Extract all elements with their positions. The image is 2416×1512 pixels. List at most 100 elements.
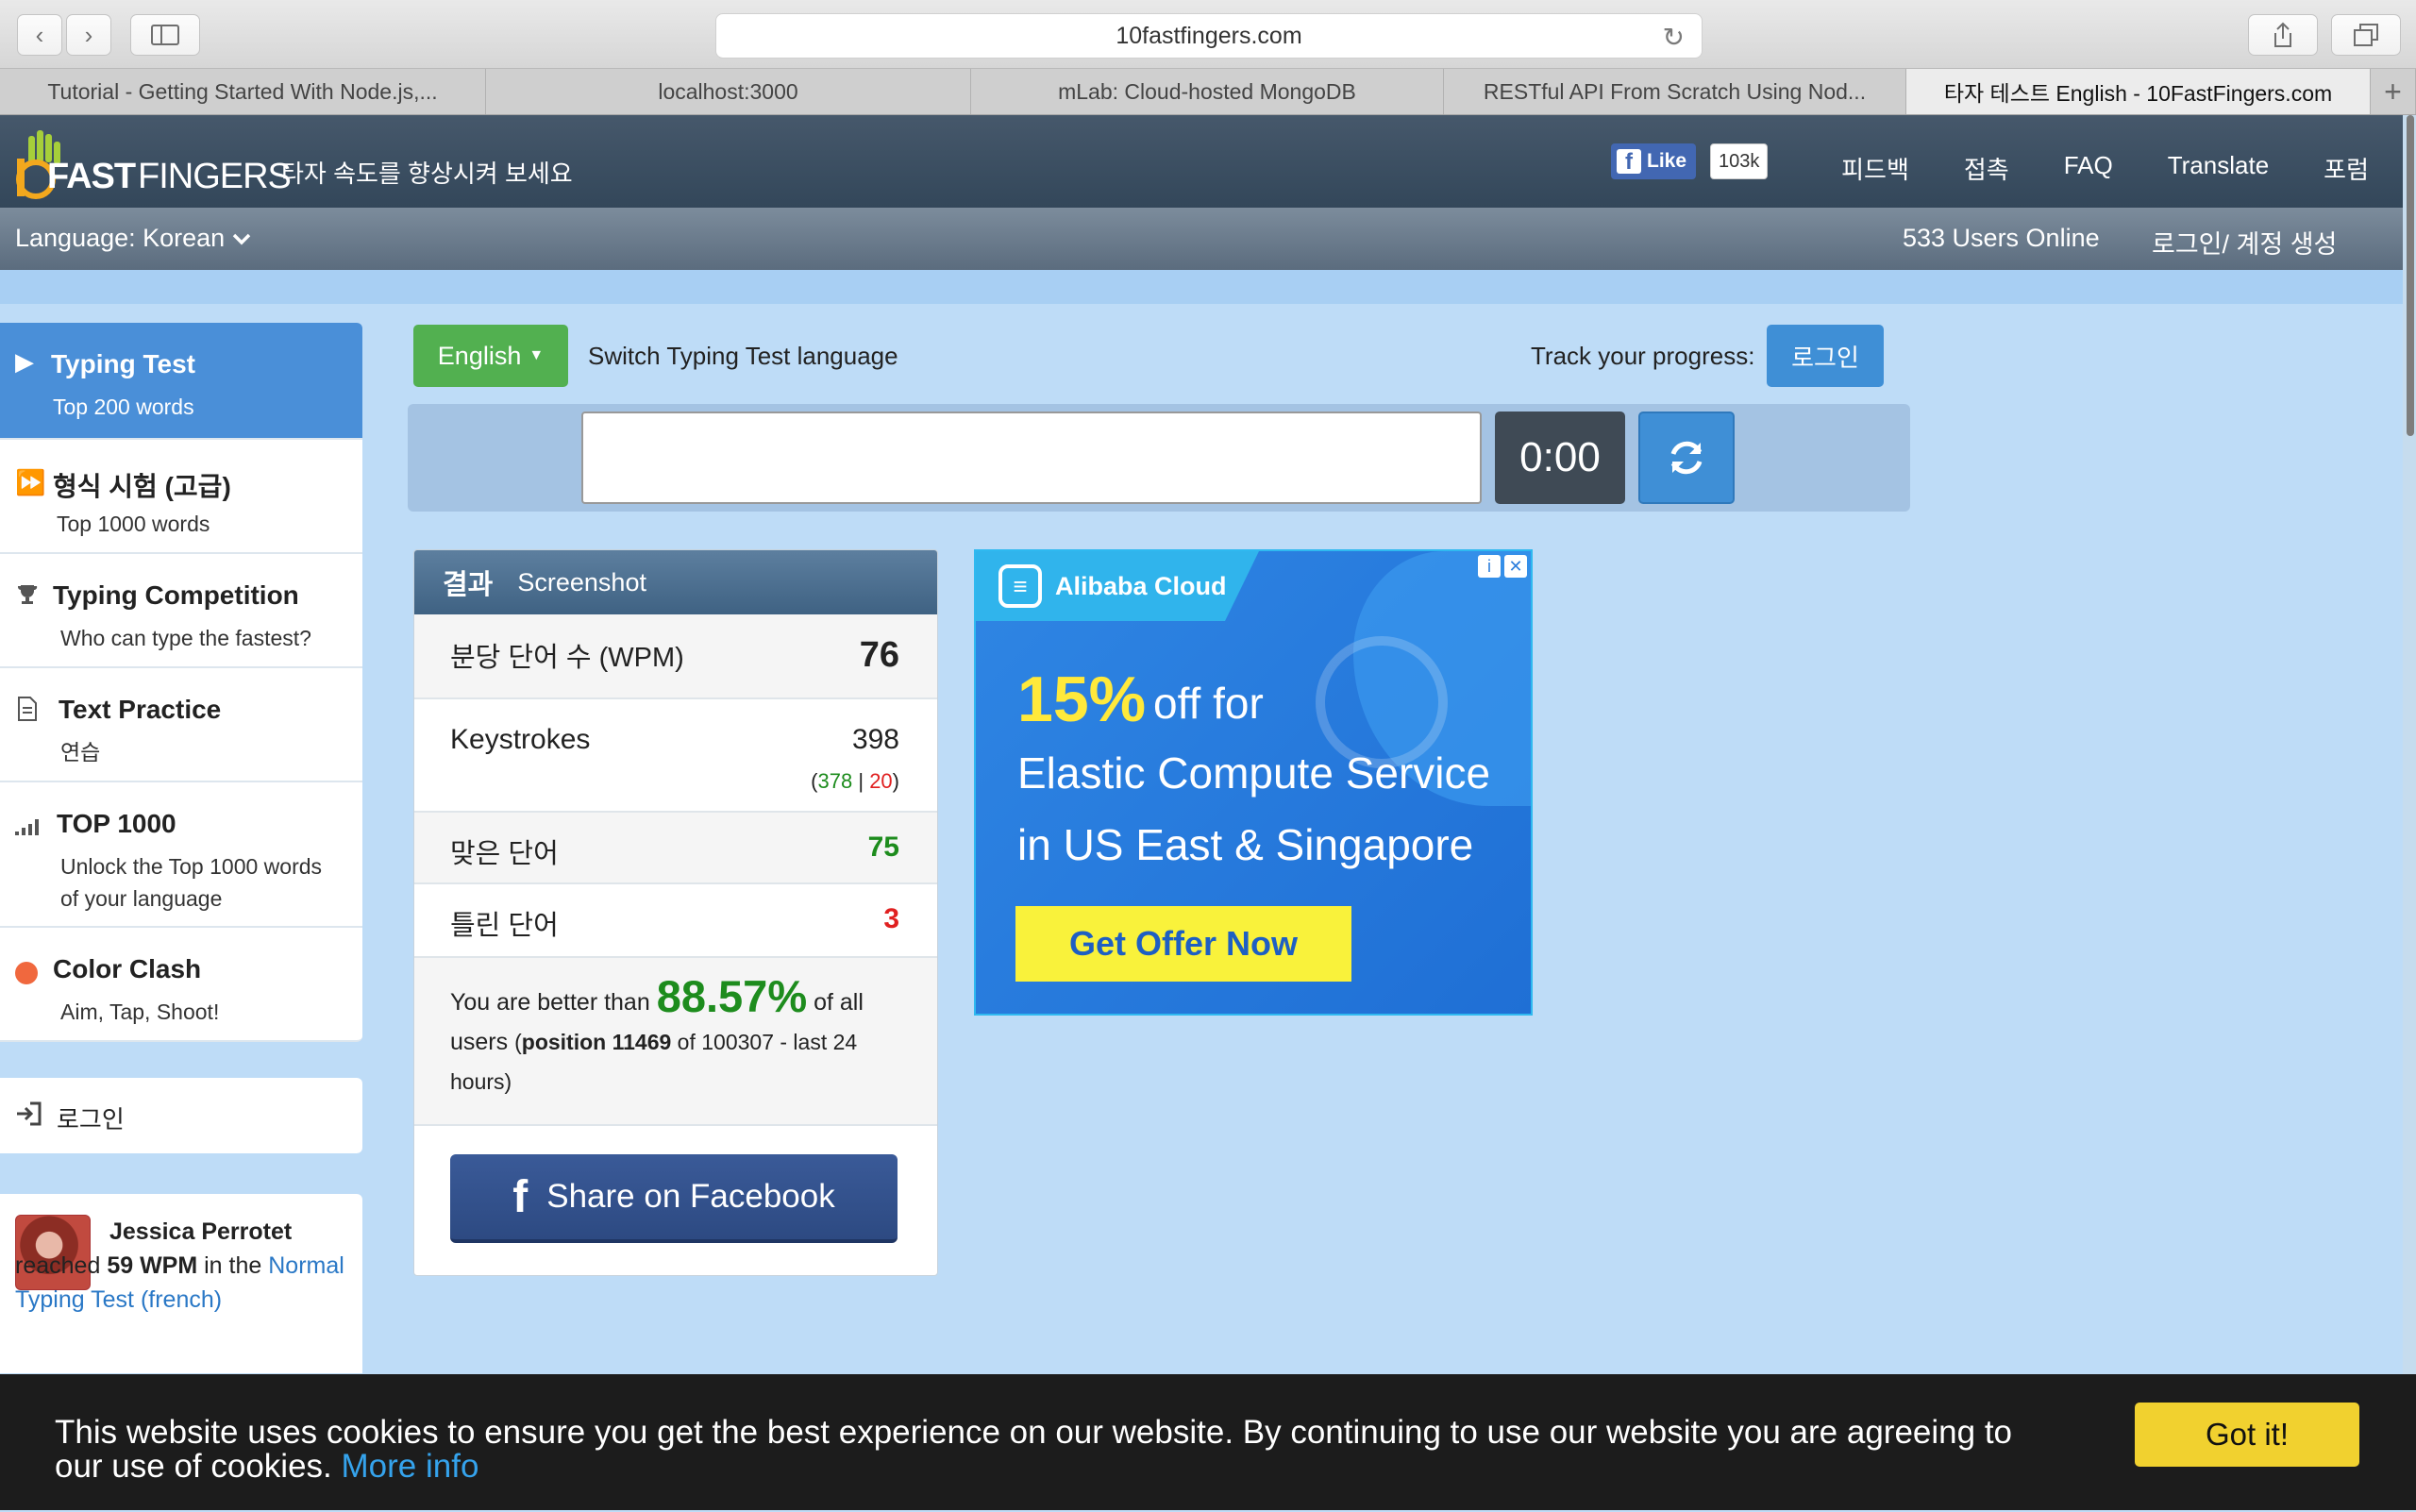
url-text: 10fastfingers.com <box>1116 22 1302 49</box>
page-scrollbar[interactable] <box>2403 115 2416 1512</box>
advertisement[interactable]: ≡ Alibaba Cloud i ✕ 15% off for Elastic … <box>974 549 1533 1016</box>
ranking-text: You are better than 88.57% of all users … <box>450 971 864 1094</box>
sidebar-item-color-clash[interactable]: Color Clash Aim, Tap, Shoot! <box>0 928 362 1042</box>
nav-contact[interactable]: 접촉 <box>1964 151 2009 186</box>
sidebar-item-competition[interactable]: Typing Competition Who can type the fast… <box>0 554 362 668</box>
language-dropdown[interactable]: Language: Korean <box>15 224 251 253</box>
reload-icon[interactable]: ↻ <box>1663 22 1685 53</box>
typing-input[interactable] <box>581 412 1482 504</box>
forward-button[interactable]: › <box>66 14 111 56</box>
sidebar-item-sub: Unlock the Top 1000 words of your langua… <box>60 854 323 911</box>
tab-label: mLab: Cloud-hosted MongoDB <box>1058 78 1356 104</box>
nav-forum[interactable]: 포럼 <box>2324 151 2369 186</box>
switch-language-label: Switch Typing Test language <box>588 342 898 370</box>
cookie-accept-button[interactable]: Got it! <box>2135 1403 2359 1467</box>
ranking-percent: 88.57% <box>656 971 808 1021</box>
document-icon <box>18 697 37 721</box>
ad-brand: Alibaba Cloud <box>1055 571 1227 600</box>
language-label: Language: Korean <box>15 224 226 252</box>
back-button[interactable]: ‹ <box>17 14 62 56</box>
tab-nodejs-tutorial[interactable]: Tutorial - Getting Started With Node.js,… <box>0 69 486 114</box>
users-online-count: 533 Users Online <box>1903 224 2100 252</box>
wpm-row: 분당 단어 수 (WPM) 76 <box>414 614 937 699</box>
ad-line-2: in US East & Singapore <box>1017 820 1474 869</box>
site-logo[interactable]: FAST FINGERS <box>15 125 292 200</box>
track-login-button[interactable]: 로그인 <box>1767 325 1884 387</box>
sidebar-login-label: 로그인 <box>57 1105 125 1134</box>
logo-fast-text: FAST <box>47 157 136 196</box>
caret-down-icon: ▼ <box>528 347 545 363</box>
tab-label: Tutorial - Getting Started With Node.js,… <box>47 78 438 104</box>
ad-info-icon[interactable]: i <box>1478 555 1501 578</box>
scrollbar-thumb[interactable] <box>2407 115 2414 436</box>
sidebar-item-sub: Aim, Tap, Shoot! <box>60 1000 220 1024</box>
share-icon <box>2274 22 2291 47</box>
test-language-button[interactable]: English ▼ <box>413 325 568 387</box>
site-tagline: 타자 속도를 향상시켜 보세요 <box>281 160 573 188</box>
facebook-like-button[interactable]: f Like <box>1611 143 1696 179</box>
wrong-words-label: 틀린 단어 <box>450 911 559 941</box>
sign-in-icon <box>17 1101 42 1126</box>
cookie-more-info-link[interactable]: More info <box>342 1448 479 1485</box>
ad-percent: 15% <box>1017 664 1147 735</box>
ad-close-icon[interactable]: ✕ <box>1504 555 1527 578</box>
correct-words-value: 75 <box>867 832 899 863</box>
tab-screenshot[interactable]: Screenshot <box>517 568 646 597</box>
language-bar: Language: Korean 533 Users Online 로그인/ 계… <box>0 208 2416 270</box>
cookie-text: This website uses cookies to ensure you … <box>55 1416 2037 1484</box>
timer: 0:00 <box>1495 412 1625 504</box>
tab-restful-api[interactable]: RESTful API From Scratch Using Nod... <box>1444 69 1906 114</box>
sidebar-login[interactable]: 로그인 <box>0 1078 362 1153</box>
sidebar-item-typing-test[interactable]: ▶ Typing Test Top 200 words <box>0 323 362 440</box>
address-bar[interactable]: 10fastfingers.com ↻ <box>715 13 1703 59</box>
signal-bars-icon <box>15 819 39 835</box>
sidebar-toggle-button[interactable] <box>130 14 200 56</box>
refresh-icon <box>1670 441 1703 475</box>
sidebar-icon <box>151 25 179 45</box>
share-facebook-button[interactable]: f Share on Facebook <box>450 1154 898 1243</box>
track-progress-label: Track your progress: <box>1531 342 1755 370</box>
keystrokes-label: Keystrokes <box>450 724 591 755</box>
nav-translate[interactable]: Translate <box>2168 151 2269 186</box>
activity-in-the: in the <box>204 1252 262 1279</box>
tab-result[interactable]: 결과 <box>443 563 493 602</box>
color-dot-icon <box>15 962 38 984</box>
sidebar-item-sub: 연습 <box>60 740 101 764</box>
tabs-icon <box>2354 24 2378 46</box>
activity-text: Jessica Perrotet reached 59 WPM in the N… <box>15 1215 355 1317</box>
sidebar-item-text-practice[interactable]: Text Practice 연습 <box>0 668 362 782</box>
ranking-of: of <box>814 989 833 1016</box>
tab-mlab[interactable]: mLab: Cloud-hosted MongoDB <box>971 69 1444 114</box>
sidebar-item-advanced-test[interactable]: ⏩ 형식 시험 (고급) Top 1000 words <box>0 440 362 554</box>
activity-user-name[interactable]: Jessica Perrotet <box>109 1218 292 1245</box>
login-register-link[interactable]: 로그인/ 계정 생성 <box>2152 224 2337 260</box>
activity-reached: reached <box>15 1252 101 1279</box>
plus-icon: + <box>2384 74 2402 109</box>
keystrokes-correct: 378 <box>817 769 853 793</box>
nav-faq[interactable]: FAQ <box>2064 151 2113 186</box>
tab-localhost[interactable]: localhost:3000 <box>486 69 971 114</box>
sidebar-item-title: 형식 시험 (고급) <box>53 472 231 501</box>
ad-brand-bar: ≡ Alibaba Cloud <box>976 551 1259 621</box>
new-tab-button[interactable]: + <box>2371 69 2416 114</box>
restart-button[interactable] <box>1638 412 1735 504</box>
nav-feedback[interactable]: 피드백 <box>1841 151 1909 186</box>
site-header: FAST FINGERS 타자 속도를 향상시켜 보세요 f Like 103k… <box>0 115 2416 208</box>
keystrokes-value: 398 <box>851 724 899 755</box>
wpm-value: 76 <box>859 635 899 675</box>
tab-bar: Tutorial - Getting Started With Node.js,… <box>0 69 2416 115</box>
tabs-overview-button[interactable] <box>2331 14 2401 56</box>
sidebar-item-title: Typing Test <box>51 349 195 378</box>
wpm-label: 분당 단어 수 (WPM) <box>450 643 684 673</box>
facebook-icon: f <box>512 1171 528 1222</box>
cookie-banner: This website uses cookies to ensure you … <box>0 1374 2416 1510</box>
result-panel: 결과 Screenshot 분당 단어 수 (WPM) 76 Keystroke… <box>413 549 938 1276</box>
ad-cta-button[interactable]: Get Offer Now <box>1015 906 1351 982</box>
sidebar-item-top1000[interactable]: TOP 1000 Unlock the Top 1000 words of yo… <box>0 782 362 928</box>
tab-10fastfingers[interactable]: 타자 테스트 English - 10FastFingers.com <box>1906 69 2371 114</box>
share-button[interactable] <box>2248 14 2318 56</box>
ad-controls: i ✕ <box>1478 555 1527 578</box>
share-facebook-label: Share on Facebook <box>546 1178 835 1215</box>
chevron-right-icon: › <box>84 20 93 49</box>
sidebar: ▶ Typing Test Top 200 words ⏩ 형식 시험 (고급)… <box>0 323 362 1042</box>
